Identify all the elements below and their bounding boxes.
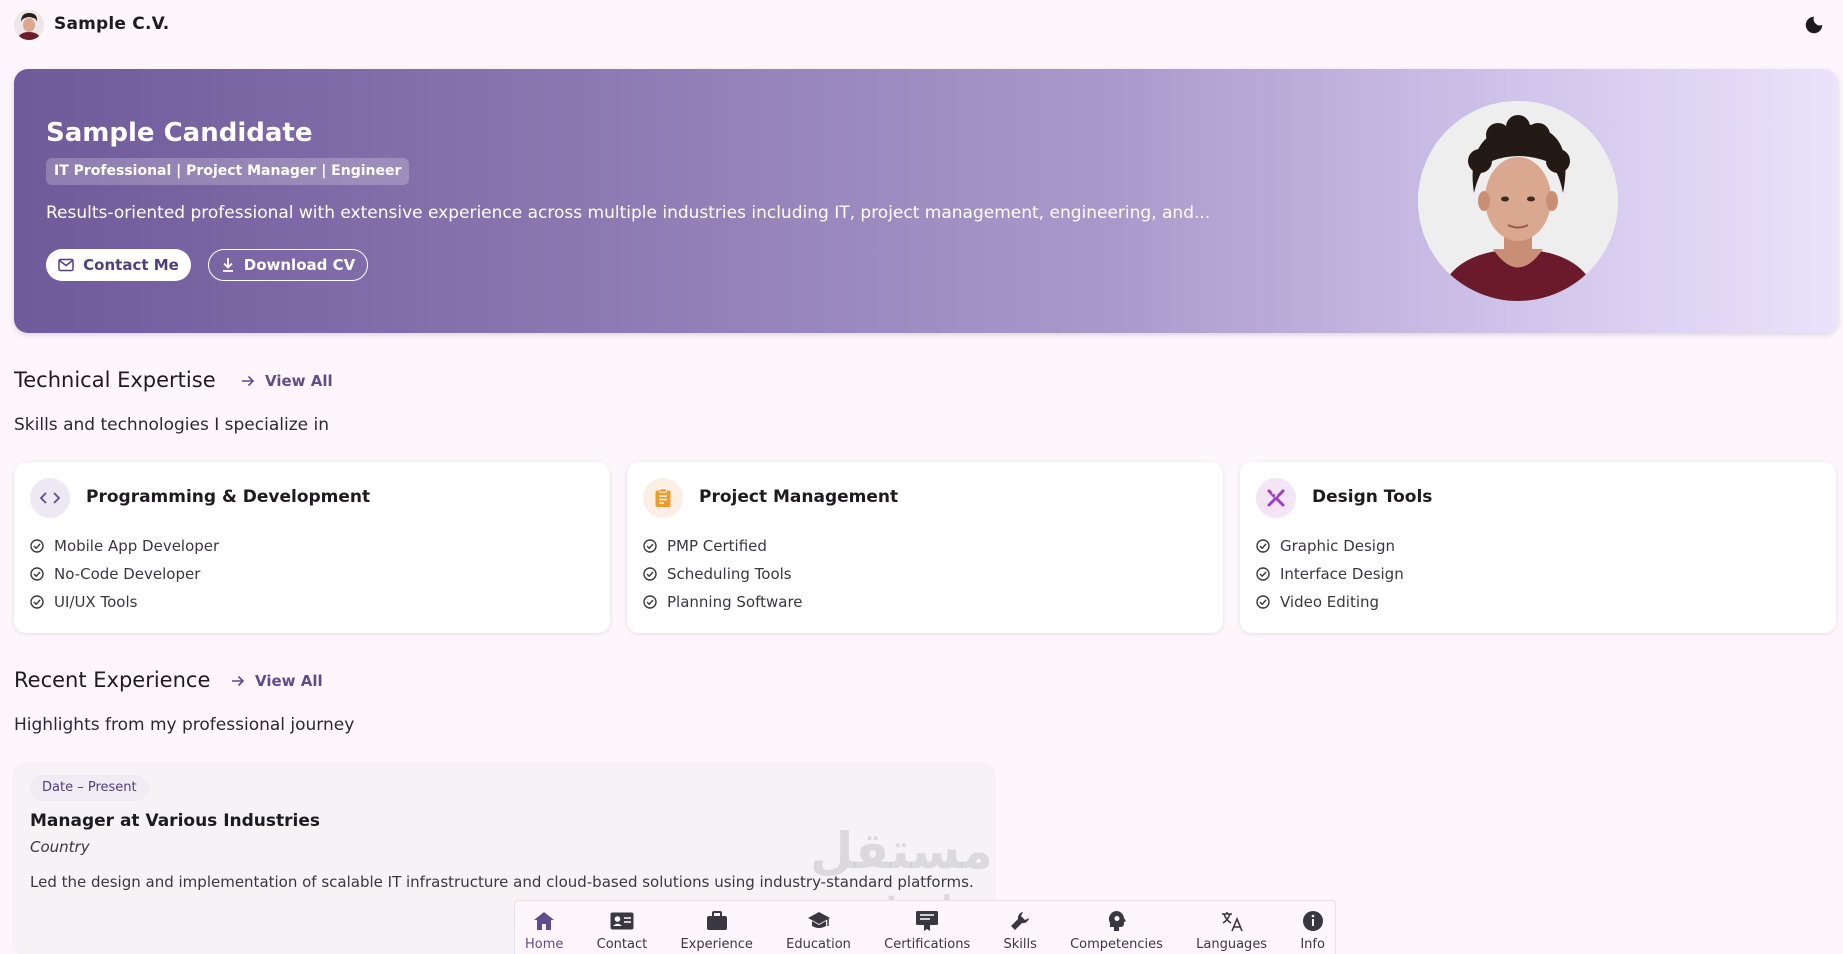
card-title: Programming & Development	[86, 487, 371, 507]
code-icon	[30, 478, 70, 518]
skill-card-programming: Programming & Development Mobile App Dev…	[14, 462, 610, 633]
nav-label: Home	[525, 937, 564, 952]
graduation-cap-icon	[807, 909, 831, 933]
list-item: Scheduling Tools	[643, 560, 803, 588]
technical-subtitle: Skills and technologies I specialize in	[14, 415, 329, 435]
experience-view-all-link[interactable]: View All	[231, 672, 323, 690]
avatar-image	[14, 10, 44, 40]
check-circle-icon	[643, 539, 657, 553]
profile-photo	[1418, 101, 1618, 301]
list-item-label: Planning Software	[667, 593, 803, 611]
job-title: Manager at Various Industries	[30, 811, 321, 831]
check-circle-icon	[643, 595, 657, 609]
check-circle-icon	[1256, 567, 1270, 581]
brain-icon	[1105, 909, 1129, 933]
nav-experience[interactable]: Experience	[680, 901, 753, 954]
nav-label: Languages	[1196, 937, 1268, 952]
profile-portrait	[1418, 101, 1618, 301]
certificate-icon	[915, 909, 939, 933]
list-item: No-Code Developer	[30, 560, 219, 588]
app-title: Sample C.V.	[54, 14, 170, 34]
arrow-right-icon	[242, 375, 255, 387]
job-description: Led the design and implementation of sca…	[30, 873, 974, 891]
nav-competencies[interactable]: Competencies	[1070, 901, 1163, 954]
download-icon	[222, 258, 233, 272]
list-item-label: PMP Certified	[667, 537, 767, 555]
check-circle-icon	[30, 567, 44, 581]
design-tools-icon	[1256, 478, 1296, 518]
check-circle-icon	[643, 567, 657, 581]
card-title: Project Management	[699, 487, 899, 507]
job-location: Country	[30, 838, 90, 856]
date-chip: Date – Present	[30, 775, 149, 801]
check-circle-icon	[1256, 539, 1270, 553]
list-item: Mobile App Developer	[30, 532, 219, 560]
skill-card-design-tools: Design Tools Graphic Design Interface De…	[1240, 462, 1836, 633]
list-item-label: UI/UX Tools	[54, 593, 138, 611]
list-item: UI/UX Tools	[30, 588, 219, 616]
brand-avatar	[14, 10, 44, 40]
contact-card-icon	[610, 909, 634, 933]
mail-icon	[58, 258, 74, 272]
list-item: Interface Design	[1256, 560, 1404, 588]
list-item: Video Editing	[1256, 588, 1404, 616]
list-item-label: Graphic Design	[1280, 537, 1395, 555]
list-item-label: Interface Design	[1280, 565, 1404, 583]
download-cv-label: Download CV	[243, 256, 356, 274]
headline-chip: IT Professional | Project Manager | Engi…	[46, 158, 410, 185]
check-circle-icon	[30, 595, 44, 609]
list-item-label: Scheduling Tools	[667, 565, 792, 583]
nav-home[interactable]: Home	[525, 901, 563, 954]
list-item: PMP Certified	[643, 532, 803, 560]
technical-expertise-title: Technical Expertise	[14, 368, 216, 392]
list-item: Graphic Design	[1256, 532, 1404, 560]
nav-label: Experience	[680, 937, 753, 952]
nav-label: Certifications	[884, 937, 971, 952]
moon-icon	[1805, 16, 1823, 34]
home-icon	[532, 909, 556, 933]
contact-me-button[interactable]: Contact Me	[46, 249, 191, 281]
nav-certifications[interactable]: Certifications	[884, 901, 970, 954]
nav-label: Contact	[596, 937, 648, 952]
bottom-navigation-bar: Home Contact Experience Education Certif…	[514, 900, 1336, 954]
technical-view-all-link[interactable]: View All	[241, 372, 333, 390]
nav-label: Skills	[1003, 937, 1037, 952]
nav-skills[interactable]: Skills	[1003, 901, 1037, 954]
list-item: Planning Software	[643, 588, 803, 616]
info-icon	[1301, 909, 1325, 933]
clipboard-icon	[643, 478, 683, 518]
check-circle-icon	[30, 539, 44, 553]
skill-list: Graphic Design Interface Design Video Ed…	[1256, 532, 1404, 616]
translate-icon	[1220, 909, 1244, 933]
nav-label: Competencies	[1070, 937, 1163, 952]
candidate-name: Sample Candidate	[46, 118, 313, 148]
experience-subtitle: Highlights from my professional journey	[14, 715, 355, 735]
skill-list: Mobile App Developer No-Code Developer U…	[30, 532, 219, 616]
card-title: Design Tools	[1312, 487, 1433, 507]
nav-education[interactable]: Education	[786, 901, 851, 954]
skill-list: PMP Certified Scheduling Tools Planning …	[643, 532, 803, 616]
dark-mode-toggle[interactable]	[1803, 14, 1825, 36]
download-cv-button[interactable]: Download CV	[208, 249, 368, 281]
skill-card-project-management: Project Management PMP Certified Schedul…	[627, 462, 1223, 633]
top-app-bar: Sample C.V.	[0, 0, 1843, 50]
arrow-right-icon	[232, 675, 245, 687]
nav-info[interactable]: Info	[1300, 901, 1325, 954]
wrench-icon	[1008, 909, 1032, 933]
view-all-label: View All	[265, 372, 333, 390]
nav-contact[interactable]: Contact	[596, 901, 648, 954]
list-item-label: Video Editing	[1280, 593, 1380, 611]
nav-label: Info	[1300, 937, 1325, 952]
contact-me-label: Contact Me	[83, 256, 179, 274]
check-circle-icon	[1256, 595, 1270, 609]
hero-banner: Sample Candidate IT Professional | Proje…	[14, 69, 1838, 333]
nav-languages[interactable]: Languages	[1196, 901, 1267, 954]
hero-summary: Results-oriented professional with exten…	[46, 203, 1211, 223]
recent-experience-title: Recent Experience	[14, 668, 211, 692]
view-all-label: View All	[255, 672, 323, 690]
list-item-label: No-Code Developer	[54, 565, 201, 583]
list-item-label: Mobile App Developer	[54, 537, 220, 555]
nav-label: Education	[786, 937, 851, 952]
briefcase-icon	[705, 909, 729, 933]
